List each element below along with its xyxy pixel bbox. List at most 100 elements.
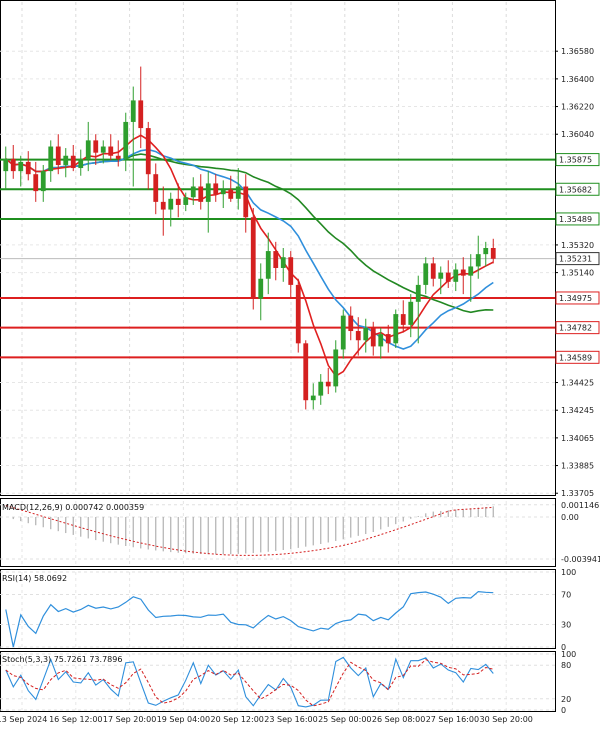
candle-body bbox=[160, 201, 166, 210]
candle bbox=[325, 367, 331, 395]
candle bbox=[235, 168, 241, 210]
y-tick-label: 1.34065 bbox=[561, 434, 594, 443]
candle bbox=[33, 161, 39, 202]
candle-body bbox=[325, 381, 331, 387]
candle bbox=[160, 186, 166, 236]
macd-label: MACD(12,26,9) 0.000742 0.000359 bbox=[2, 503, 144, 512]
candle bbox=[70, 144, 76, 172]
candle-body bbox=[123, 121, 129, 159]
candle bbox=[250, 208, 256, 310]
candle bbox=[243, 174, 249, 233]
candle-body bbox=[153, 174, 159, 202]
candle-body bbox=[78, 158, 84, 169]
x-tick-label: 27 Sep 16:00 bbox=[426, 715, 479, 724]
candle bbox=[423, 257, 429, 295]
candle-body bbox=[145, 128, 151, 175]
candle-body bbox=[453, 269, 459, 282]
y-tick-label: 1.33705 bbox=[561, 489, 594, 498]
y-tick-label: 1.36220 bbox=[561, 103, 594, 112]
candle-body bbox=[288, 257, 294, 285]
x-tick-label: 30 Sep 20:00 bbox=[479, 715, 532, 724]
candle bbox=[3, 146, 9, 190]
candle-body bbox=[55, 146, 61, 165]
candle bbox=[130, 86, 136, 187]
candle-body bbox=[483, 248, 489, 255]
y-tick-label: 1.35140 bbox=[561, 269, 594, 278]
candle-body bbox=[10, 158, 16, 172]
candle bbox=[295, 278, 301, 353]
candle-body bbox=[235, 186, 241, 199]
price-axis: 1.36580 1.36400 1.36220 1.36040 1.35320 1.351… bbox=[555, 47, 594, 498]
candle bbox=[483, 241, 489, 267]
candle-body bbox=[168, 198, 174, 210]
candle bbox=[145, 121, 151, 190]
panel-tick-label: 70 bbox=[561, 591, 571, 600]
x-tick-label: 19 Sep 04:00 bbox=[157, 715, 210, 724]
y-tick-label: 1.34245 bbox=[561, 406, 594, 415]
rsi-panel-frame bbox=[0, 569, 556, 649]
candle-body bbox=[63, 155, 69, 165]
candle bbox=[63, 148, 69, 178]
candle-body bbox=[280, 257, 286, 268]
candle-body bbox=[363, 327, 369, 341]
panel-tick-label: 0 bbox=[561, 706, 566, 715]
x-tick-label: 26 Sep 08:00 bbox=[372, 715, 425, 724]
candle-body bbox=[370, 327, 376, 347]
candle bbox=[445, 260, 451, 288]
candle-body bbox=[415, 284, 421, 302]
candle-body bbox=[438, 272, 444, 279]
candle-body bbox=[348, 315, 354, 332]
stoch-label: Stoch(5,3,3) 75.7261 73.7896 bbox=[2, 655, 122, 664]
candle-body bbox=[273, 251, 279, 268]
candle bbox=[490, 238, 496, 264]
y-tick-label: 1.36040 bbox=[561, 130, 594, 139]
candle-body bbox=[340, 315, 346, 350]
candle-body bbox=[138, 100, 144, 129]
candle bbox=[123, 112, 129, 172]
candle-body bbox=[130, 100, 136, 122]
candle bbox=[460, 257, 466, 295]
candle bbox=[108, 134, 114, 161]
candle-body bbox=[70, 155, 76, 169]
candle-body bbox=[385, 334, 391, 344]
candle-body bbox=[310, 395, 316, 401]
candle-body bbox=[318, 381, 324, 396]
level-tag-label: 1.35489 bbox=[559, 215, 592, 224]
candle-body bbox=[475, 254, 481, 267]
candle bbox=[48, 140, 54, 182]
candle-body bbox=[93, 140, 99, 153]
y-tick-label: 1.36400 bbox=[561, 75, 594, 84]
rsi-label: RSI(14) 58.0692 bbox=[2, 574, 67, 583]
candle bbox=[348, 306, 354, 341]
candle-body bbox=[100, 146, 106, 153]
candle bbox=[318, 374, 324, 405]
level-tag-label: 1.34975 bbox=[559, 294, 592, 303]
panel-tick-label: 100 bbox=[561, 650, 576, 659]
panel-tick-label: 20 bbox=[561, 695, 571, 704]
candle bbox=[25, 151, 31, 181]
candle-body bbox=[48, 146, 54, 172]
y-tick-label: 1.34425 bbox=[561, 379, 594, 388]
candle-body bbox=[423, 263, 429, 285]
x-tick-label: 16 Sep 12:00 bbox=[49, 715, 102, 724]
candle-body bbox=[18, 161, 24, 172]
candle bbox=[153, 163, 159, 215]
candle-body bbox=[393, 314, 399, 344]
level-tag-label: 1.35875 bbox=[559, 156, 592, 165]
candle-body bbox=[295, 284, 301, 344]
candle-body bbox=[25, 161, 31, 175]
candle bbox=[333, 340, 339, 393]
candle-body bbox=[85, 140, 91, 159]
candle bbox=[303, 340, 309, 410]
x-tick-label: 23 Sep 16:00 bbox=[264, 715, 317, 724]
candle-body bbox=[355, 331, 361, 341]
x-tick-label: 13 Sep 2024 bbox=[0, 715, 47, 724]
candle bbox=[115, 140, 121, 167]
candle-body bbox=[190, 186, 196, 198]
moving-averages bbox=[5, 134, 494, 378]
candle bbox=[280, 248, 286, 282]
candle-body bbox=[400, 314, 406, 325]
candle-body bbox=[228, 189, 234, 199]
chart-canvas: 1.35875 1.35682 1.35489 1.34975 1.34782 1.345… bbox=[0, 0, 600, 724]
level-tag-label: 1.34782 bbox=[559, 324, 592, 333]
